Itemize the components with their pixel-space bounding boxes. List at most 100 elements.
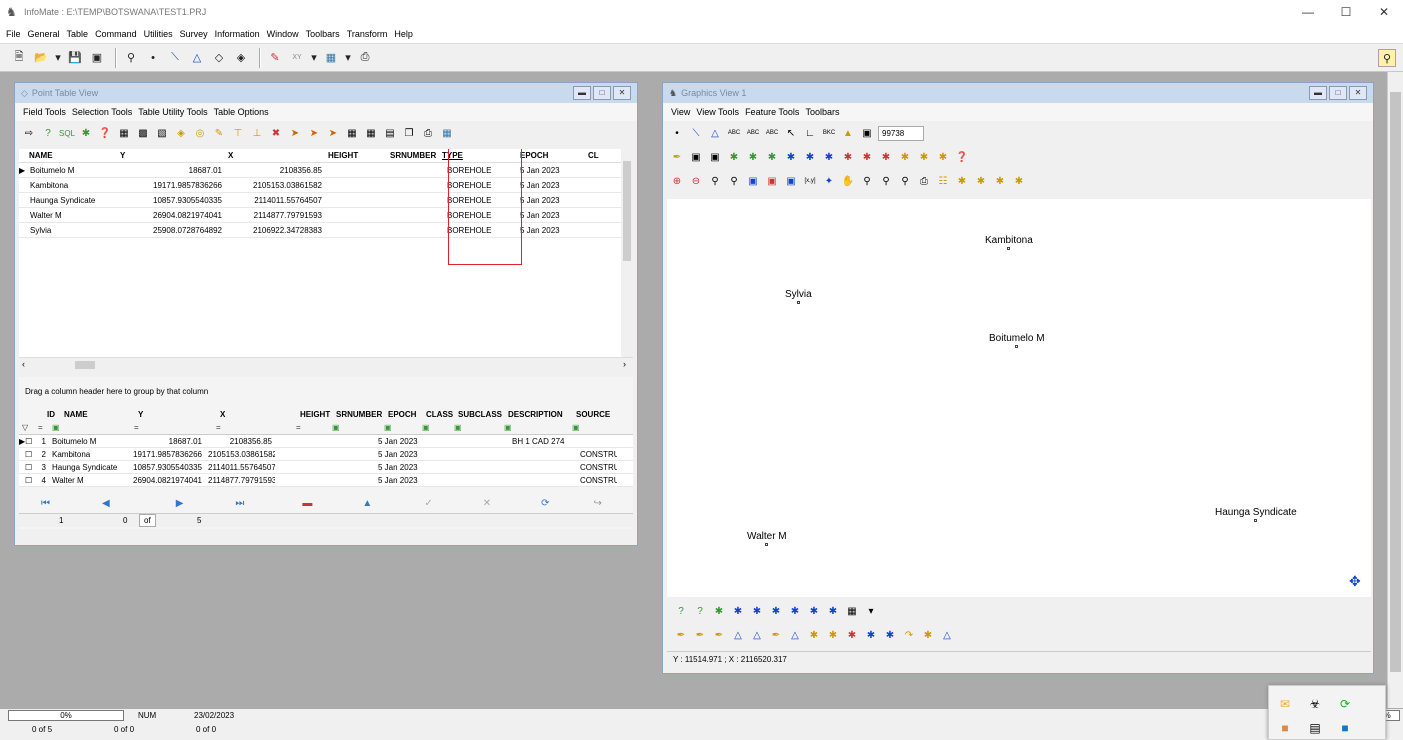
node-icon[interactable]: ✱ bbox=[863, 627, 879, 643]
node-icon[interactable]: ✱ bbox=[882, 627, 898, 643]
col-cl[interactable]: CL bbox=[585, 151, 605, 160]
equals-icon[interactable]: = bbox=[131, 423, 213, 432]
line-icon[interactable]: ⟍ bbox=[688, 125, 704, 141]
menu-survey[interactable]: Survey bbox=[180, 29, 208, 39]
cell-name[interactable]: Haunga Syndicate bbox=[49, 463, 129, 472]
vpn-icon[interactable]: ☣ bbox=[1307, 696, 1323, 712]
search-icon[interactable]: ⚲ bbox=[122, 49, 140, 67]
cell-epoch[interactable]: 5 Jan 2023 bbox=[517, 196, 585, 205]
col-name[interactable]: NAME bbox=[61, 410, 135, 419]
snap-icon[interactable]: ✱ bbox=[916, 149, 932, 165]
equals-icon[interactable]: = bbox=[213, 423, 293, 432]
decimals-icon[interactable]: ▤ bbox=[382, 125, 398, 141]
col-srnumber[interactable]: SRNUMBER bbox=[333, 410, 385, 419]
snap-icon[interactable]: ✱ bbox=[764, 149, 780, 165]
cell-name[interactable]: Boitumelo M bbox=[49, 437, 129, 446]
col-subclass[interactable]: SUBCLASS bbox=[455, 410, 505, 419]
network-icon[interactable]: ▤ bbox=[1307, 720, 1323, 736]
cell-source[interactable]: CONSTRUC bbox=[577, 450, 617, 459]
map-point[interactable]: Kambitona bbox=[985, 235, 1033, 250]
query-icon[interactable]: ? bbox=[673, 603, 689, 619]
move-icon[interactable]: ➤ bbox=[325, 125, 341, 141]
snap-icon[interactable]: ✱ bbox=[730, 603, 746, 619]
draw-icon[interactable]: ✒ bbox=[692, 627, 708, 643]
table-row[interactable]: Sylvia 25908.0728764892 2106922.34728383… bbox=[19, 223, 621, 238]
query-icon[interactable]: ? bbox=[40, 125, 56, 141]
line-icon[interactable]: ⟍ bbox=[166, 49, 184, 67]
cell-name[interactable]: Walter M bbox=[49, 476, 129, 485]
map-point[interactable]: Sylvia bbox=[785, 289, 812, 304]
outlook-icon[interactable]: ■ bbox=[1337, 720, 1353, 736]
refresh-icon[interactable]: ⟳ bbox=[541, 498, 549, 509]
map-point[interactable]: Boitumelo M bbox=[989, 333, 1045, 348]
equals-icon[interactable]: = bbox=[293, 423, 329, 432]
close-button[interactable]: ✕ bbox=[613, 86, 631, 100]
table-edit-icon[interactable]: ▧ bbox=[154, 125, 170, 141]
menu-command[interactable]: Command bbox=[95, 29, 137, 39]
dropdown-arrow-icon[interactable]: ▾ bbox=[863, 603, 879, 619]
query-icon[interactable]: ? bbox=[692, 603, 708, 619]
col-x[interactable]: X bbox=[217, 410, 297, 419]
menu-transform[interactable]: Transform bbox=[347, 29, 388, 39]
table-row[interactable]: ☐ 2 Kambitona 19171.9857836266 2105153.0… bbox=[19, 448, 633, 461]
snap-icon[interactable]: ✱ bbox=[935, 149, 951, 165]
restore-button[interactable]: □ bbox=[1329, 86, 1347, 100]
restore-button[interactable]: □ bbox=[593, 86, 611, 100]
cell-id[interactable]: 3 bbox=[35, 463, 49, 472]
cell-name[interactable]: Boitumelo M bbox=[27, 166, 117, 175]
print-icon[interactable]: ⎙ bbox=[356, 49, 374, 67]
menu-table-options[interactable]: Table Options bbox=[214, 107, 269, 117]
map-canvas[interactable]: Kambitona Sylvia Boitumelo M Haunga Synd… bbox=[667, 199, 1371, 597]
full-extent-icon[interactable]: ✥ bbox=[1349, 573, 1361, 590]
dropdown-arrow-icon[interactable]: ▾ bbox=[54, 49, 62, 67]
label-icon[interactable]: BKC bbox=[821, 125, 837, 141]
cell-y[interactable]: 26904.0821974041 bbox=[129, 476, 205, 485]
snap-icon[interactable]: ✱ bbox=[745, 149, 761, 165]
extent-icon[interactable]: ▣ bbox=[783, 173, 799, 189]
scroll-left-icon[interactable]: ‹ bbox=[22, 359, 25, 369]
fill-icon[interactable]: ▲ bbox=[840, 125, 856, 141]
menu-table-utility-tools[interactable]: Table Utility Tools bbox=[138, 107, 207, 117]
cell-epoch[interactable]: 5 Jan 2023 bbox=[517, 226, 585, 235]
move-icon[interactable]: ➤ bbox=[287, 125, 303, 141]
cell-epoch[interactable]: 5 Jan 2023 bbox=[517, 166, 585, 175]
cell-name[interactable]: Kambitona bbox=[27, 181, 117, 190]
node-icon[interactable]: ✱ bbox=[806, 627, 822, 643]
menu-feature-tools[interactable]: Feature Tools bbox=[745, 107, 799, 117]
zoom-icon[interactable]: ⚲ bbox=[859, 173, 875, 189]
cell-y[interactable]: 10857.9305540335 bbox=[129, 463, 205, 472]
node-icon[interactable]: ✱ bbox=[920, 627, 936, 643]
export-table-icon[interactable]: ▦ bbox=[363, 125, 379, 141]
snap-icon[interactable]: ✱ bbox=[768, 603, 784, 619]
polygon-icon[interactable]: ◇ bbox=[210, 49, 228, 67]
extent-icon[interactable]: ▣ bbox=[745, 173, 761, 189]
close-button[interactable]: ✕ bbox=[1365, 0, 1403, 24]
cell-y[interactable]: 19171.9857836266 bbox=[129, 450, 205, 459]
shape-icon[interactable]: △ bbox=[749, 627, 765, 643]
map-icon[interactable]: ▦ bbox=[322, 49, 340, 67]
col-class[interactable]: CLASS bbox=[423, 410, 455, 419]
col-description[interactable]: DESCRIPTION bbox=[505, 410, 573, 419]
cell-y[interactable]: 26904.0821974041 bbox=[117, 211, 225, 220]
image-icon[interactable]: ▣ bbox=[859, 125, 875, 141]
equals-icon[interactable]: = bbox=[35, 423, 49, 432]
cell-id[interactable]: 2 bbox=[35, 450, 49, 459]
select-icon[interactable]: ▣ bbox=[688, 149, 704, 165]
print-icon[interactable]: ⎙ bbox=[916, 173, 932, 189]
menu-view-tools[interactable]: View Tools bbox=[696, 107, 739, 117]
scale-field[interactable]: 99738 bbox=[878, 125, 924, 141]
col-height[interactable]: HEIGHT bbox=[297, 410, 333, 419]
query-object-icon[interactable]: ❓ bbox=[97, 125, 113, 141]
col-epoch[interactable]: EPOCH bbox=[517, 151, 585, 160]
office-icon[interactable]: ■ bbox=[1277, 720, 1293, 736]
extent-icon[interactable]: ▣ bbox=[764, 173, 780, 189]
cell-x[interactable]: 2106922.34728383 bbox=[225, 226, 325, 235]
menu-window[interactable]: Window bbox=[267, 29, 299, 39]
map-point[interactable]: Haunga Syndicate bbox=[1215, 507, 1297, 522]
cell-source[interactable]: CONSTRUC bbox=[577, 476, 617, 485]
node-icon[interactable]: ✱ bbox=[825, 627, 841, 643]
zoom-window-icon[interactable]: ⚲ bbox=[707, 173, 723, 189]
node-icon[interactable]: ✱ bbox=[844, 627, 860, 643]
minimize-button[interactable]: — bbox=[1289, 0, 1327, 24]
shape-icon[interactable]: △ bbox=[730, 627, 746, 643]
